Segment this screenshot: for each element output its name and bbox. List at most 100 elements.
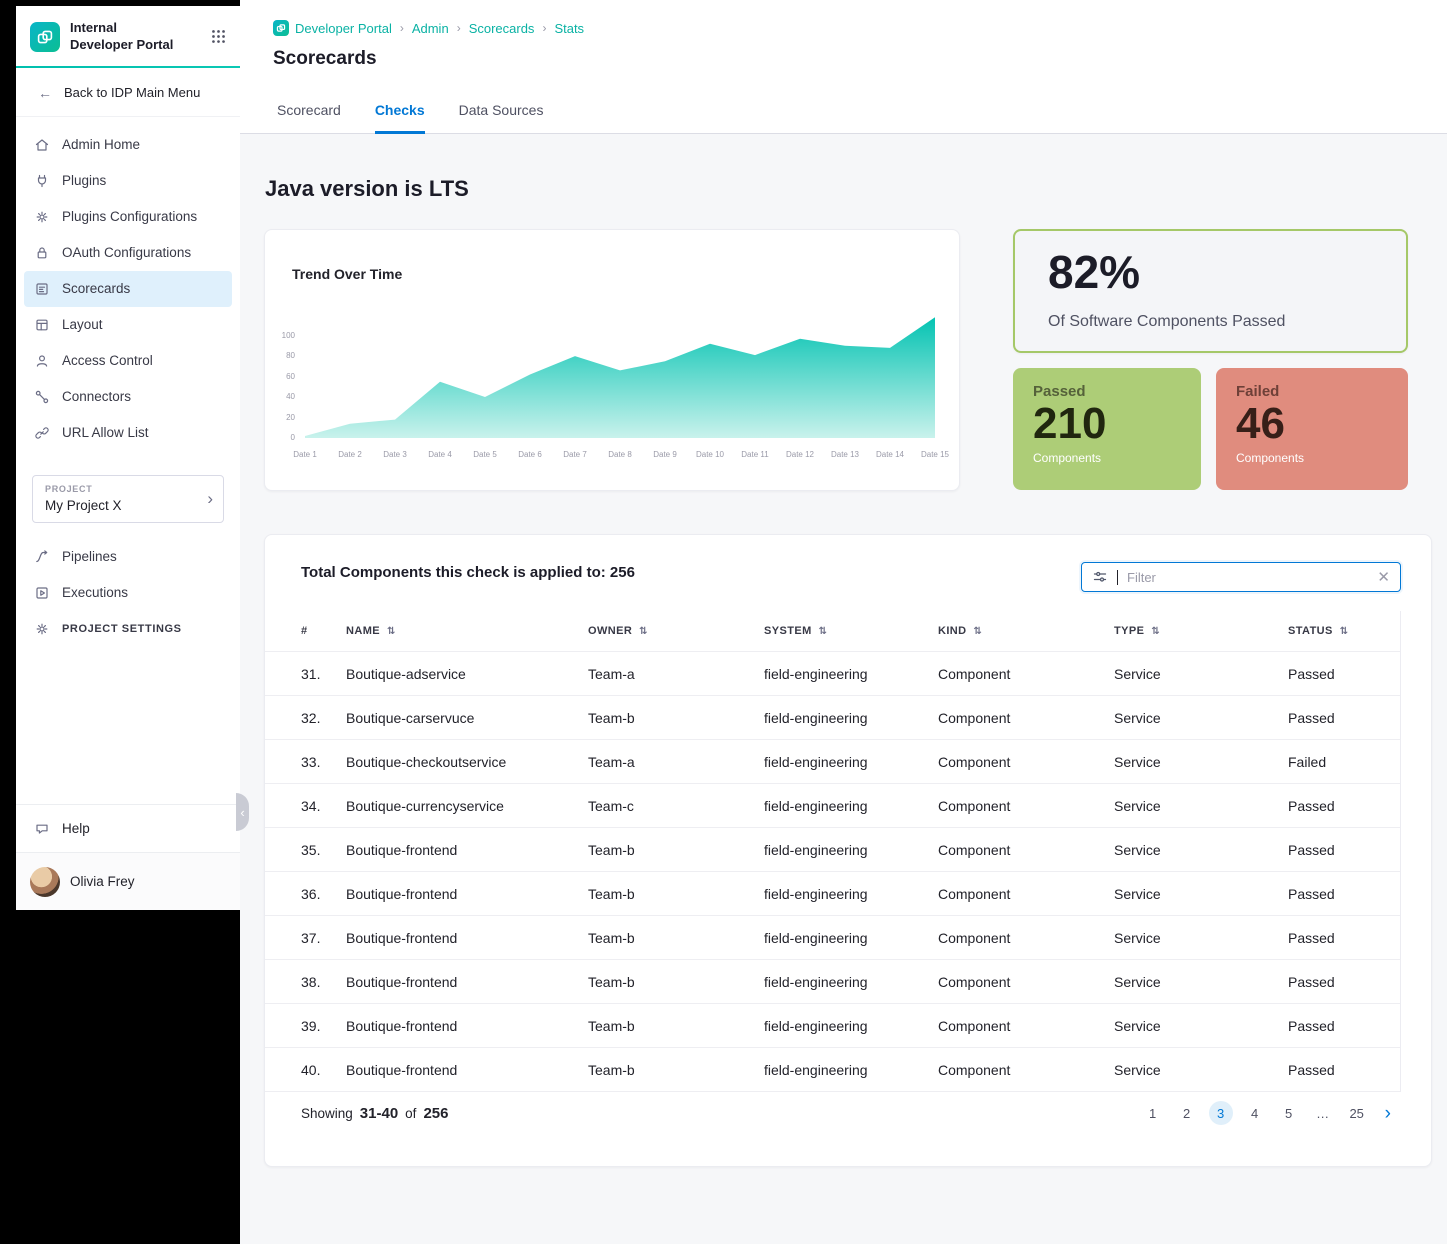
column-header[interactable]: STATUS ⇅ xyxy=(1288,625,1401,637)
avatar xyxy=(30,867,60,897)
sort-icon[interactable]: ⇅ xyxy=(639,626,648,637)
next-page-icon[interactable]: › xyxy=(1385,1104,1391,1123)
column-header[interactable]: NAME ⇅ xyxy=(346,625,588,637)
x-tick-label: Date 2 xyxy=(338,450,362,459)
breadcrumb-item[interactable]: Scorecards xyxy=(469,21,547,36)
help-chat-icon xyxy=(34,821,50,837)
page-button[interactable]: 25 xyxy=(1345,1101,1369,1125)
help-button[interactable]: Help xyxy=(16,804,240,852)
plugins-config-icon xyxy=(34,209,50,225)
table-row[interactable]: 35. Boutique-frontend Team-b field-engin… xyxy=(265,827,1400,871)
column-header[interactable]: SYSTEM ⇅ xyxy=(764,625,938,637)
sidebar-nav-item[interactable]: URL Allow List xyxy=(24,415,232,451)
sidebar-nav-item[interactable]: Pipelines xyxy=(24,539,232,575)
project-selector[interactable]: PROJECT My Project X › xyxy=(32,475,224,523)
tab[interactable]: Data Sources xyxy=(459,102,544,134)
brand-header[interactable]: Internal Developer Portal xyxy=(16,6,240,66)
sidebar-nav-item[interactable]: Access Control xyxy=(24,343,232,379)
connectors-icon xyxy=(34,389,50,405)
column-header[interactable]: # xyxy=(301,625,346,637)
x-tick-label: Date 8 xyxy=(608,450,632,459)
table-row[interactable]: 31. Boutique-adservice Team-a field-engi… xyxy=(265,651,1400,695)
page-button[interactable]: 5 xyxy=(1277,1101,1301,1125)
page-number: 25 xyxy=(1349,1106,1363,1121)
sort-icon[interactable]: ⇅ xyxy=(387,626,396,637)
cell-status: Passed xyxy=(1288,666,1401,682)
sidebar-nav-item[interactable]: Layout xyxy=(24,307,232,343)
filter-input[interactable] xyxy=(1127,570,1368,585)
nav-item-label: Pipelines xyxy=(62,549,117,564)
cell-type: Service xyxy=(1114,886,1288,902)
table-row[interactable]: 33. Boutique-checkoutservice Team-a fiel… xyxy=(265,739,1400,783)
page-button[interactable]: … xyxy=(1311,1101,1335,1125)
page-button[interactable]: 2 xyxy=(1175,1101,1199,1125)
sort-icon[interactable]: ⇅ xyxy=(819,626,828,637)
x-tick-label: Date 15 xyxy=(921,450,949,459)
sort-icon[interactable]: ⇅ xyxy=(1151,626,1160,637)
score-percent: 82% xyxy=(1048,245,1140,299)
breadcrumb-label: Scorecards xyxy=(469,21,535,36)
column-header[interactable]: KIND ⇅ xyxy=(938,625,1114,637)
column-label: NAME xyxy=(346,625,380,637)
breadcrumb-label: Developer Portal xyxy=(295,21,392,36)
cell-system: field-engineering xyxy=(764,798,938,814)
failed-value: 46 xyxy=(1236,401,1388,447)
column-header[interactable]: TYPE ⇅ xyxy=(1114,625,1288,637)
cell-name: Boutique-frontend xyxy=(346,930,588,946)
lock-icon xyxy=(34,245,50,261)
table-row[interactable]: 37. Boutique-frontend Team-b field-engin… xyxy=(265,915,1400,959)
breadcrumb-item[interactable]: Admin xyxy=(412,21,461,36)
sidebar-nav-item[interactable]: Connectors xyxy=(24,379,232,415)
project-name: My Project X xyxy=(45,498,199,513)
filter-icon[interactable] xyxy=(1092,569,1108,585)
user-menu[interactable]: Olivia Frey xyxy=(16,852,240,910)
back-to-main-menu-button[interactable]: ← Back to IDP Main Menu xyxy=(16,68,240,117)
sidebar-nav-item[interactable]: Plugins xyxy=(24,163,232,199)
nav-item-label: Admin Home xyxy=(62,137,140,152)
layout-icon xyxy=(34,317,50,333)
sidebar-nav-item[interactable]: Plugins Configurations xyxy=(24,199,232,235)
gear-icon xyxy=(34,621,50,637)
cell-row-number: 32. xyxy=(301,710,346,726)
cell-type: Service xyxy=(1114,798,1288,814)
table-row[interactable]: 32. Boutique-carservuce Team-b field-eng… xyxy=(265,695,1400,739)
table-row[interactable]: 34. Boutique-currencyservice Team-c fiel… xyxy=(265,783,1400,827)
sidebar-nav-item[interactable]: Scorecards xyxy=(24,271,232,307)
y-tick-label: 0 xyxy=(291,433,295,442)
page-button[interactable]: 4 xyxy=(1243,1101,1267,1125)
page-number: 4 xyxy=(1251,1106,1258,1121)
table-row[interactable]: 36. Boutique-frontend Team-b field-engin… xyxy=(265,871,1400,915)
sort-icon[interactable]: ⇅ xyxy=(974,626,983,637)
tab[interactable]: Checks xyxy=(375,102,425,134)
pagination: 1 2 3 4 xyxy=(1141,1101,1369,1125)
components-table: # NAME ⇅ OWNER ⇅ xyxy=(265,611,1401,1092)
close-icon[interactable]: ✕ xyxy=(1377,570,1390,585)
cell-status: Passed xyxy=(1288,842,1401,858)
home-icon xyxy=(34,137,50,153)
table-row[interactable]: 39. Boutique-frontend Team-b field-engin… xyxy=(265,1003,1400,1047)
sidebar: Internal Developer Portal ← Back to IDP … xyxy=(16,6,240,910)
x-tick-label: Date 6 xyxy=(518,450,542,459)
cell-type: Service xyxy=(1114,1018,1288,1034)
breadcrumb-item[interactable]: Stats xyxy=(554,21,584,36)
sidebar-nav-item[interactable]: PROJECT SETTINGS xyxy=(24,611,232,647)
table-row[interactable]: 40. Boutique-frontend Team-b field-engin… xyxy=(265,1047,1400,1091)
page-button[interactable]: 1 xyxy=(1141,1101,1165,1125)
sort-icon[interactable]: ⇅ xyxy=(1340,626,1349,637)
app-switcher-grid-icon[interactable] xyxy=(209,27,228,46)
table-row[interactable]: 38. Boutique-frontend Team-b field-engin… xyxy=(265,959,1400,1003)
page-number: 1 xyxy=(1149,1106,1156,1121)
breadcrumb-item[interactable]: Developer Portal xyxy=(273,20,404,36)
tab[interactable]: Scorecard xyxy=(277,102,341,134)
page-button[interactable]: 3 xyxy=(1209,1101,1233,1125)
sidebar-nav-item[interactable]: OAuth Configurations xyxy=(24,235,232,271)
brand-title: Internal Developer Portal xyxy=(70,20,173,54)
cell-status: Failed xyxy=(1288,754,1401,770)
sidebar-nav-item[interactable]: Admin Home xyxy=(24,127,232,163)
y-tick-label: 20 xyxy=(286,413,295,422)
score-caption: Of Software Components Passed xyxy=(1048,313,1285,331)
chevron-right-icon: › xyxy=(207,489,213,509)
sidebar-nav-item[interactable]: Executions xyxy=(24,575,232,611)
column-header[interactable]: OWNER ⇅ xyxy=(588,625,764,637)
user-name: Olivia Frey xyxy=(70,874,135,889)
